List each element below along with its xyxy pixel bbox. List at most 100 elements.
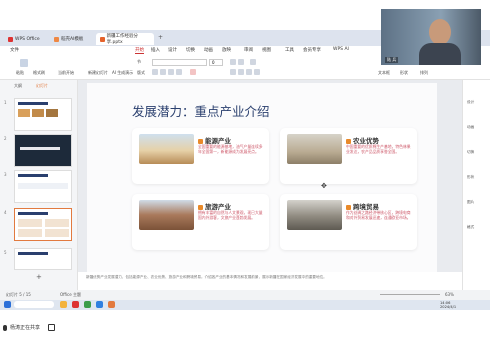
participant-face: [429, 19, 451, 45]
menu-review[interactable]: 审阅: [244, 47, 253, 53]
shape-button[interactable]: 形状: [400, 70, 408, 76]
file-explorer-icon[interactable]: [60, 301, 67, 308]
panel-shape[interactable]: 形状: [467, 175, 474, 180]
current-slide[interactable]: 发展潜力：重点产业介绍 能源产业 全国重要的能源基地，油气产量连续多年全国第一，…: [87, 83, 437, 272]
zoom-level[interactable]: 63%: [445, 292, 454, 297]
italic-icon[interactable]: [160, 69, 166, 75]
slide-number: 3: [4, 172, 7, 177]
bold-icon[interactable]: [152, 69, 158, 75]
wechat-icon[interactable]: [84, 301, 91, 308]
menu-animation[interactable]: 动画: [204, 47, 213, 53]
zoom-slider[interactable]: [380, 294, 440, 295]
card-agriculture[interactable]: 农业优势 中国重要的优质棉生产基地，特色林果业发达，农产品品质享誉全国。: [280, 128, 417, 184]
font-size-select[interactable]: 0: [209, 59, 223, 66]
panel-format[interactable]: 格式: [467, 225, 474, 230]
menu-tools[interactable]: 工具: [285, 47, 294, 53]
slide-thumbnail-5[interactable]: [14, 248, 72, 270]
indent-icon[interactable]: [250, 59, 256, 65]
tourism-icon: [198, 204, 203, 210]
font-color-icon[interactable]: [190, 69, 196, 75]
thumb-card: [45, 219, 69, 227]
slide-thumbnail-2[interactable]: [14, 134, 72, 167]
slide-thumbnail-1[interactable]: [14, 98, 72, 131]
layout-button[interactable]: 版式: [137, 70, 145, 76]
textbox-button[interactable]: 文本框: [378, 70, 390, 76]
menu-home[interactable]: 开始: [135, 47, 144, 54]
slide-title[interactable]: 发展潜力：重点产业介绍: [132, 101, 270, 120]
ai-generate-button[interactable]: AI 生成演示: [112, 70, 133, 76]
outline-tab[interactable]: 大纲: [14, 83, 22, 89]
underline-icon[interactable]: [168, 69, 174, 75]
thumb-card: [18, 219, 42, 227]
font-name-select[interactable]: [152, 59, 207, 66]
new-tab-button[interactable]: +: [158, 34, 163, 41]
pptx-icon: [100, 36, 105, 42]
participant-body: [419, 43, 461, 65]
bullets-icon[interactable]: [230, 59, 236, 65]
slide-number: 5: [4, 250, 7, 255]
thumb-card: [45, 229, 69, 237]
panel-animation[interactable]: 动画: [467, 125, 474, 130]
justify-icon[interactable]: [254, 69, 260, 75]
slide-counter: 幻灯片 5 / 15: [6, 292, 31, 297]
participant-name: 陆 兵: [385, 57, 399, 63]
numbering-icon[interactable]: [238, 59, 244, 65]
panel-picture[interactable]: 图片: [467, 200, 474, 205]
thumb-image: [46, 109, 58, 117]
thumb-title-bar: [18, 174, 48, 177]
paste-icon[interactable]: [20, 59, 28, 67]
menu-insert[interactable]: 插入: [151, 47, 160, 53]
energy-icon: [198, 138, 203, 144]
paste-button[interactable]: 粘贴: [16, 70, 24, 76]
browser-icon[interactable]: [96, 301, 103, 308]
tab-current-document[interactable]: 新疆工作经验分享.pptx: [96, 33, 154, 45]
thumb-image: [32, 109, 44, 117]
arrange-button[interactable]: 排列: [420, 70, 428, 76]
menu-design[interactable]: 设计: [168, 47, 177, 53]
thumb-title-bar: [20, 147, 60, 150]
share-screen-icon[interactable]: [48, 324, 55, 331]
start-from-current-button[interactable]: 当前开始: [58, 70, 74, 76]
thumb-card: [18, 229, 42, 237]
card-description: 全国重要的能源基地，油气产量连续多年全国第一，新能源成为发展亮点。: [198, 144, 263, 154]
thumb-title-bar: [18, 252, 48, 255]
screen-share-bar: 杨涛正在共享: [0, 319, 490, 341]
align-center-icon[interactable]: [238, 69, 244, 75]
menu-member[interactable]: 会员专享: [303, 47, 321, 53]
tab-label: 新疆工作经验分享.pptx: [106, 34, 139, 45]
video-call-overlay[interactable]: 陆 兵: [381, 9, 481, 65]
menu-transition[interactable]: 切换: [186, 47, 195, 53]
card-trade[interactable]: 跨境贸易 作为丝绸之路经济带核心区，跨境电商和对外贸易发展迅速，连通欧亚市场。: [280, 194, 417, 250]
format-painter-button[interactable]: 格式刷: [33, 70, 45, 76]
menu-view[interactable]: 视图: [262, 47, 271, 53]
panel-design[interactable]: 设计: [467, 100, 474, 105]
slides-tab[interactable]: 幻灯片: [36, 83, 48, 89]
tab-wps-office[interactable]: WPS Office: [4, 33, 48, 45]
tourism-photo: [139, 200, 194, 230]
start-icon[interactable]: [4, 301, 11, 308]
pptx-app-icon[interactable]: [108, 301, 115, 308]
card-energy[interactable]: 能源产业 全国重要的能源基地，油气产量连续多年全国第一，新能源成为发展亮点。: [132, 128, 269, 184]
slide-thumbnail-3[interactable]: [14, 170, 72, 203]
menu-slideshow[interactable]: 放映: [222, 47, 231, 53]
agriculture-photo: [287, 134, 342, 164]
strikethrough-icon[interactable]: [176, 69, 182, 75]
microphone-icon: [3, 325, 7, 331]
menu-file[interactable]: 文件: [10, 47, 19, 53]
add-slide-button[interactable]: +: [36, 273, 42, 281]
wps-icon[interactable]: [72, 301, 79, 308]
card-description: 作为丝绸之路经济带核心区，跨境电商和对外贸易发展迅速，连通欧亚市场。: [346, 210, 411, 220]
trade-photo: [287, 200, 342, 230]
align-right-icon[interactable]: [246, 69, 252, 75]
new-slide-button[interactable]: 新建幻灯片: [88, 70, 108, 76]
panel-transition[interactable]: 切换: [467, 150, 474, 155]
slide-thumbnail-4[interactable]: [14, 208, 72, 241]
notes-text: 新疆优势产业发展潜力，包括能源产业、农业优势、旅游产业和跨境贸易。介绍各产业的基…: [86, 275, 327, 279]
menu-wps-ai[interactable]: WPS AI: [333, 47, 349, 52]
speaker-notes[interactable]: 新疆优势产业发展潜力，包括能源产业、农业优势、旅游产业和跨境贸易。介绍各产业的基…: [78, 272, 462, 290]
card-tourism[interactable]: 旅游产业 拥有丰富的自然与人文景观，现已大量国内外游客，文旅产业蓬勃发展。: [132, 194, 269, 250]
tab-docer[interactable]: 稻壳AI模板: [50, 33, 94, 45]
taskbar-search[interactable]: [14, 301, 54, 308]
section-button[interactable]: 节: [137, 59, 141, 65]
align-left-icon[interactable]: [230, 69, 236, 75]
